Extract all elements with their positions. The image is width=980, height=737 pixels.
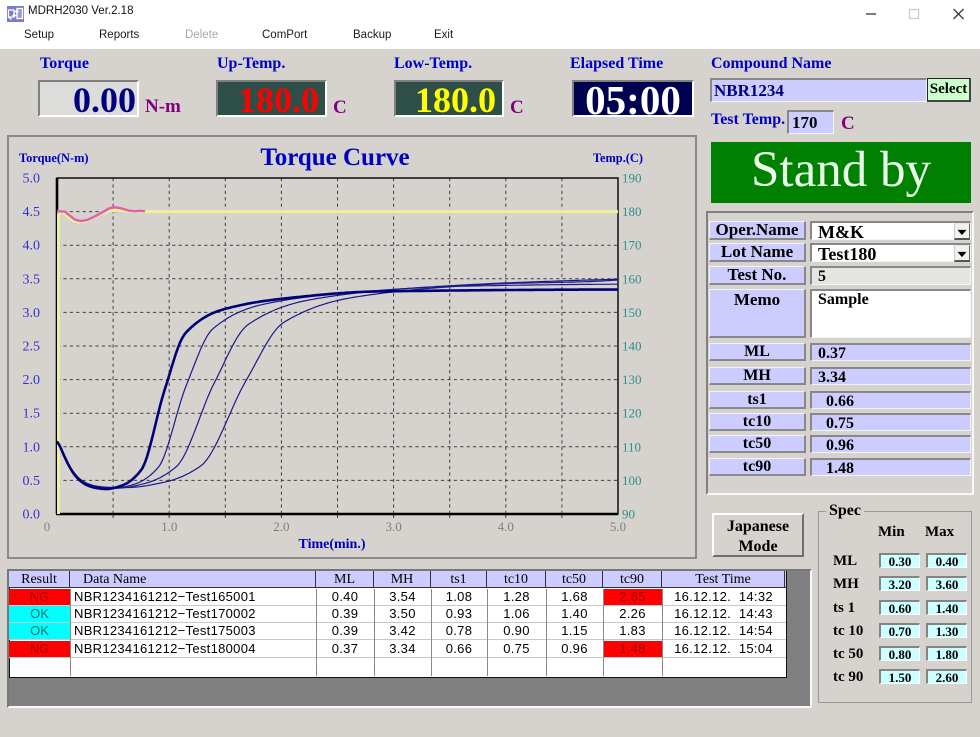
svg-text:1.0: 1.0	[23, 440, 41, 455]
svg-text:190: 190	[622, 171, 642, 186]
svg-text:1.0: 1.0	[161, 519, 177, 534]
svg-text:140: 140	[622, 339, 642, 354]
svg-text:0.0: 0.0	[23, 508, 41, 523]
svg-text:150: 150	[622, 305, 642, 320]
svg-text:3.0: 3.0	[23, 306, 41, 321]
svg-text:3.0: 3.0	[385, 519, 401, 534]
svg-text:170: 170	[622, 238, 642, 253]
svg-text:5.0: 5.0	[23, 172, 41, 187]
svg-text:100: 100	[622, 473, 642, 488]
svg-text:5.0: 5.0	[610, 519, 626, 534]
svg-text:160: 160	[622, 271, 642, 286]
svg-text:2.0: 2.0	[273, 519, 289, 534]
svg-text:1.5: 1.5	[23, 407, 41, 422]
svg-text:2.0: 2.0	[23, 373, 41, 388]
svg-text:Torque(N-m): Torque(N-m)	[19, 151, 89, 165]
svg-text:4.5: 4.5	[23, 205, 41, 220]
svg-text:3.5: 3.5	[23, 272, 41, 287]
svg-text:180: 180	[622, 204, 642, 219]
svg-text:4.0: 4.0	[23, 239, 41, 254]
svg-text:130: 130	[622, 372, 642, 387]
svg-text:110: 110	[622, 439, 641, 454]
svg-text:0: 0	[44, 519, 51, 534]
svg-text:4.0: 4.0	[498, 519, 514, 534]
svg-text:Time(min.): Time(min.)	[298, 537, 365, 552]
svg-text:120: 120	[622, 406, 642, 421]
svg-text:2.5: 2.5	[23, 340, 41, 355]
svg-text:0.5: 0.5	[23, 474, 41, 489]
svg-text:Temp.(C): Temp.(C)	[593, 151, 643, 165]
